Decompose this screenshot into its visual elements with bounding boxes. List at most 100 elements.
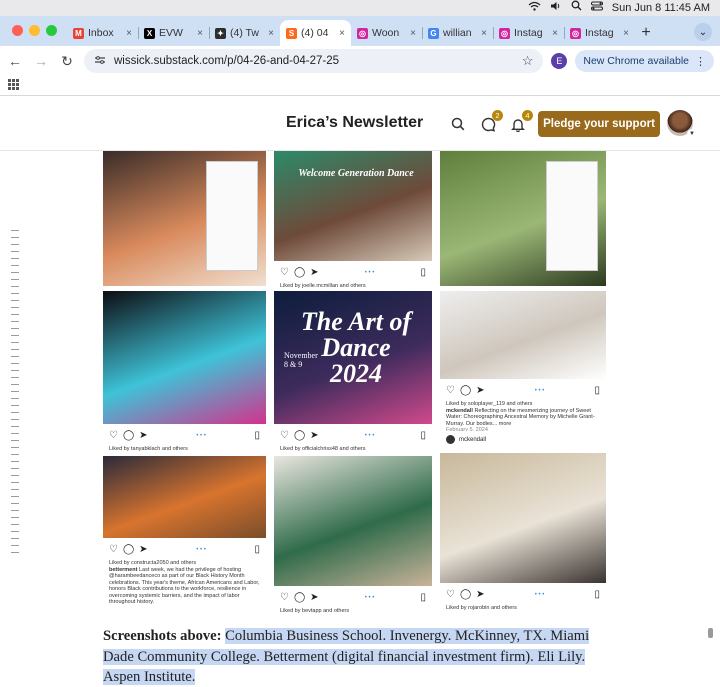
instagram-screenshot-t1[interactable] [103, 151, 266, 286]
close-tab-icon[interactable]: × [481, 28, 487, 39]
reload-button[interactable]: ↻ [58, 52, 76, 70]
caption-username[interactable]: betterment [109, 567, 137, 573]
instagram-screenshot-t8[interactable]: ♡ ◯ ➤ • • • ▯ Liked by bevtapp and others [274, 456, 432, 616]
browser-tab[interactable]: M Inbox × [67, 20, 138, 46]
minimize-window-button[interactable] [29, 25, 40, 36]
close-tab-icon[interactable]: × [268, 28, 274, 39]
post-image[interactable] [103, 151, 266, 286]
pledge-support-button[interactable]: Pledge your support [538, 111, 660, 137]
menubar-clock[interactable]: Sun Jun 8 11:45 AM [612, 0, 710, 16]
post-image[interactable] [103, 456, 266, 538]
share-icon[interactable]: ➤ [310, 592, 318, 603]
share-icon[interactable]: ➤ [139, 544, 147, 555]
instagram-screenshot-t5[interactable]: The Art of Dance 2024 November 8 & 9 ♡ ◯ ➤ • … [274, 291, 432, 451]
comment-icon[interactable]: ◯ [460, 589, 471, 600]
wifi-icon[interactable] [528, 0, 541, 16]
bookmark-star-icon[interactable]: ☆ [522, 53, 534, 69]
post-image[interactable] [440, 291, 606, 379]
post-image[interactable] [440, 151, 606, 286]
volume-icon[interactable] [550, 0, 562, 16]
instagram-screenshot-t3[interactable] [440, 151, 606, 286]
carousel-dots: • • • [534, 387, 545, 394]
caption-username[interactable]: mckendall [446, 408, 473, 414]
comment-icon[interactable]: ◯ [294, 592, 305, 603]
close-tab-icon[interactable]: × [623, 28, 629, 39]
search-icon[interactable] [571, 0, 582, 16]
notification-badge: 4 [522, 110, 533, 121]
embedded-post-screenshot [206, 161, 258, 271]
heart-icon[interactable]: ♡ [446, 385, 455, 396]
control-center-icon[interactable] [590, 0, 603, 16]
share-icon[interactable]: ➤ [139, 430, 147, 441]
back-button[interactable]: ← [6, 52, 24, 70]
heart-icon[interactable]: ♡ [109, 544, 118, 555]
bookmark-icon[interactable]: ▯ [254, 544, 260, 555]
share-icon[interactable]: ➤ [476, 589, 484, 600]
share-icon[interactable]: ➤ [310, 430, 318, 441]
bookmark-icon[interactable]: ▯ [594, 385, 600, 396]
instagram-screenshot-t6[interactable]: ♡ ◯ ➤ • • • ▯ Liked by soloplayer_119 and oth… [440, 291, 606, 431]
heart-icon[interactable]: ♡ [280, 430, 289, 441]
comment-icon[interactable]: ◯ [460, 385, 471, 396]
search-icon[interactable] [450, 116, 466, 132]
instagram-screenshot-t9[interactable]: mckendall ♡ ◯ ➤ • • • ▯ Liked by rojarobin and… [440, 433, 606, 616]
table-of-contents-rail[interactable] [11, 230, 21, 559]
newsletter-title[interactable]: Erica’s Newsletter [286, 114, 423, 132]
toc-line [11, 433, 19, 434]
close-tab-icon[interactable]: × [410, 28, 416, 39]
post-image[interactable]: Welcome Generation Dance [274, 151, 432, 261]
browser-tab[interactable]: X EVW × [138, 20, 209, 46]
browser-tab[interactable]: ◎ Instag × [564, 20, 635, 46]
comment-icon[interactable]: ◯ [123, 430, 134, 441]
post-caption-block: Liked by rojarobin and others [446, 605, 600, 612]
scrollbar-thumb[interactable] [708, 628, 713, 638]
profile-avatar[interactable]: E [551, 53, 568, 69]
close-tab-icon[interactable]: × [126, 28, 132, 39]
bookmark-icon[interactable]: ▯ [420, 592, 426, 603]
new-chrome-available-button[interactable]: New Chrome available ⋮ [575, 50, 714, 72]
heart-icon[interactable]: ♡ [280, 592, 289, 603]
url-text[interactable]: wissick.substack.com/p/04-26-and-04-27-2… [114, 55, 514, 67]
bookmark-icon[interactable]: ▯ [420, 267, 426, 278]
close-tab-icon[interactable]: × [552, 28, 558, 39]
instagram-screenshot-t2[interactable]: Welcome Generation Dance ♡ ◯ ➤ • • • ▯ Liked b… [274, 151, 432, 291]
close-window-button[interactable] [12, 25, 23, 36]
share-icon[interactable]: ➤ [476, 385, 484, 396]
bell-icon[interactable]: 4 [510, 110, 533, 132]
post-image[interactable] [440, 453, 606, 583]
comment-icon[interactable]: ◯ [123, 544, 134, 555]
bookmark-icon[interactable]: ▯ [254, 430, 260, 441]
comment-icon[interactable]: ◯ [294, 267, 305, 278]
bookmark-icon[interactable]: ▯ [594, 589, 600, 600]
tab-search-chevron-icon[interactable]: ⌄ [694, 23, 712, 41]
browser-tab[interactable]: Gwillian × [422, 20, 493, 46]
toc-line [11, 279, 19, 280]
browser-tab[interactable]: ◎ Instag × [493, 20, 564, 46]
zoom-window-button[interactable] [46, 25, 57, 36]
heart-icon[interactable]: ♡ [446, 589, 455, 600]
comment-icon[interactable]: ◯ [294, 430, 305, 441]
browser-tab[interactable]: ◎ Woon × [351, 20, 422, 46]
post-image[interactable] [274, 456, 432, 586]
share-icon[interactable]: ➤ [310, 267, 318, 278]
tab-title: willian [443, 27, 472, 39]
browser-tab[interactable]: S (4) 04 × [280, 20, 351, 46]
instagram-screenshot-t4[interactable]: ♡ ◯ ➤ • • • ▯ Liked by tanyabklach and others [103, 291, 266, 451]
post-image[interactable]: The Art of Dance 2024 November 8 & 9 [274, 291, 432, 424]
post-image[interactable] [103, 291, 266, 424]
user-avatar[interactable]: ▼ [667, 110, 697, 139]
forward-button[interactable]: → [32, 52, 50, 70]
toc-line [11, 370, 19, 371]
site-info-icon[interactable] [94, 55, 106, 68]
bookmark-icon[interactable]: ▯ [420, 430, 426, 441]
chat-icon[interactable]: 2 [480, 110, 503, 132]
browser-tab[interactable]: ✦ (4) Tw × [209, 20, 280, 46]
instagram-screenshot-t7[interactable]: ♡ ◯ ➤ • • • ▯ Liked by constructa2050 and oth… [103, 456, 266, 621]
address-bar[interactable]: wissick.substack.com/p/04-26-and-04-27-2… [84, 49, 544, 73]
close-tab-icon[interactable]: × [339, 28, 345, 39]
heart-icon[interactable]: ♡ [280, 267, 289, 278]
close-tab-icon[interactable]: × [197, 28, 203, 39]
apps-grid-icon[interactable] [8, 77, 19, 95]
new-tab-button[interactable]: + [635, 20, 657, 46]
heart-icon[interactable]: ♡ [109, 430, 118, 441]
